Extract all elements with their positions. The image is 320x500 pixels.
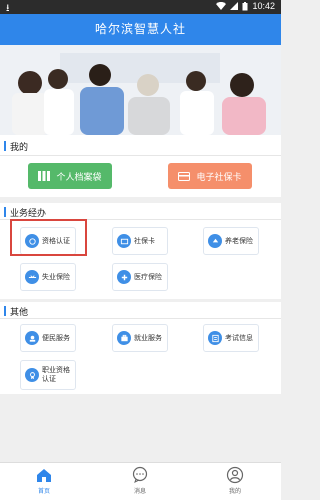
tile-medical-insurance[interactable]: 医疗保险 (112, 263, 168, 291)
my-section-title: 我的 (10, 143, 29, 153)
signal-icon (230, 2, 239, 10)
section-marker (4, 141, 6, 151)
nav-messages[interactable]: 消息 (110, 466, 170, 495)
tile-unemployment-insurance[interactable]: 失业保险 (20, 263, 76, 291)
e-social-card-button[interactable]: 电子社保卡 (168, 163, 252, 189)
app-title: 哈尔滨智慧人社 (0, 14, 281, 45)
my-section: 我的 个人档案袋 电子社保卡 (0, 135, 281, 197)
tile-professional-qualification[interactable]: 职业资格 认证 (20, 360, 76, 390)
home-icon (37, 469, 51, 482)
pension-icon (208, 234, 222, 248)
highlight-box (10, 219, 87, 256)
tile-pension-insurance[interactable]: 养老保险 (203, 227, 259, 255)
archive-icon (38, 171, 51, 181)
status-bar: ⭳ 10:42 (0, 0, 281, 14)
bottom-nav: 首页 消息 我的 (0, 462, 281, 500)
social-card-icon (117, 234, 131, 248)
personal-archive-button[interactable]: 个人档案袋 (28, 163, 112, 189)
tile-social-card[interactable]: 社保卡 (112, 227, 168, 255)
nav-mine[interactable]: 我的 (205, 466, 265, 495)
banner-image (0, 45, 281, 135)
other-section: 其他 便民服务 就业服务 考试信息 职业资格 认证 (0, 302, 281, 394)
section-marker (4, 306, 6, 316)
other-section-title: 其他 (10, 308, 29, 318)
tile-convenience-services[interactable]: 便民服务 (20, 324, 76, 352)
tile-employment-services[interactable]: 就业服务 (112, 324, 168, 352)
briefcase-icon (117, 331, 131, 345)
wifi-icon (216, 2, 227, 10)
certificate-icon (25, 368, 39, 382)
nav-home[interactable]: 首页 (14, 466, 74, 495)
business-section-title: 业务经办 (10, 209, 47, 219)
card-icon (178, 171, 191, 181)
exam-icon (208, 331, 222, 345)
tile-exam-info[interactable]: 考试信息 (203, 324, 259, 352)
handshake-icon (25, 270, 39, 284)
medical-icon (117, 270, 131, 284)
family-photo (0, 45, 281, 135)
section-marker (4, 207, 6, 217)
message-icon (132, 466, 148, 483)
user-icon (226, 466, 244, 484)
status-time: 10:42 (252, 1, 275, 11)
service-icon (25, 331, 39, 345)
battery-icon (242, 1, 248, 10)
